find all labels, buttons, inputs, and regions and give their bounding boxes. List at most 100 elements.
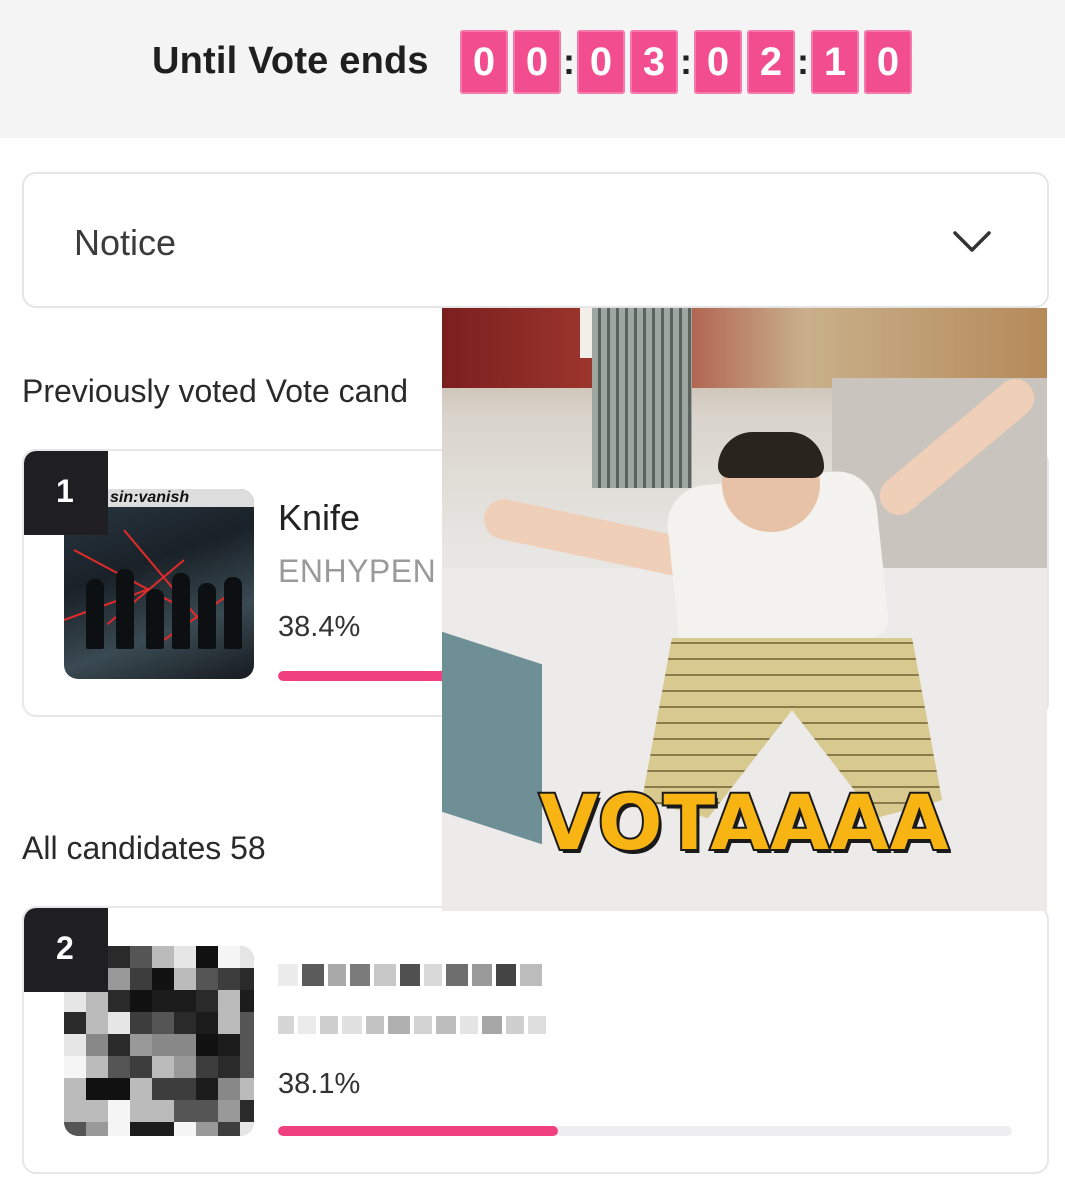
- mosaic-tile: [196, 990, 218, 1012]
- mosaic-tile: [240, 1034, 254, 1056]
- countdown-digit: 0: [577, 30, 625, 94]
- mosaic-tile: [108, 968, 130, 990]
- mosaic-tile: [174, 1012, 196, 1034]
- countdown-digit: 0: [460, 30, 508, 94]
- countdown-digit: 3: [630, 30, 678, 94]
- mosaic-tile: [174, 1122, 196, 1136]
- mosaic-tile: [108, 1122, 130, 1136]
- mosaic-tile: [174, 946, 196, 968]
- mosaic-tile: [196, 1100, 218, 1122]
- mosaic-tile: [218, 968, 240, 990]
- mosaic-tile: [130, 1056, 152, 1078]
- mosaic-tile: [152, 968, 174, 990]
- mosaic-tile: [240, 1122, 254, 1136]
- artist-name: ENHYPEN: [278, 553, 437, 589]
- vote-progress-bar: [278, 1126, 1012, 1136]
- notice-label: Notice: [74, 222, 177, 263]
- mosaic-tile: [240, 1056, 254, 1078]
- mosaic-tile: [218, 1034, 240, 1056]
- song-title-pixelated: [278, 964, 542, 986]
- song-title: Knife: [278, 497, 361, 538]
- mosaic-tile: [196, 968, 218, 990]
- meme-background: [442, 308, 1047, 388]
- mosaic-tile: [130, 1100, 152, 1122]
- artist-name-pixelated: [278, 1016, 546, 1034]
- mosaic-tile: [152, 946, 174, 968]
- mosaic-tile: [218, 1056, 240, 1078]
- mosaic-tile: [240, 1012, 254, 1034]
- mosaic-tile: [86, 990, 108, 1012]
- mosaic-tile: [86, 1100, 108, 1122]
- mosaic-tile: [218, 1122, 240, 1136]
- mosaic-tile: [152, 1034, 174, 1056]
- mosaic-tile: [64, 1100, 86, 1122]
- mosaic-tile: [64, 1012, 86, 1034]
- mosaic-tile: [240, 968, 254, 990]
- mosaic-tile: [196, 946, 218, 968]
- countdown-separator: :: [680, 41, 692, 82]
- mosaic-tile: [196, 1012, 218, 1034]
- countdown-digit: 0: [694, 30, 742, 94]
- mosaic-tile: [152, 1100, 174, 1122]
- rank-badge: 1: [24, 451, 108, 535]
- mosaic-tile: [86, 1122, 108, 1136]
- mosaic-tile: [86, 1056, 108, 1078]
- countdown-timer: 0 0 : 0 3 : 0 2 : 1 0: [460, 30, 912, 94]
- mosaic-tile: [174, 1078, 196, 1100]
- mosaic-tile: [174, 1100, 196, 1122]
- meme-image: VOTAAAA: [442, 308, 1047, 911]
- vote-progress-fill: [278, 1126, 558, 1136]
- vote-percent: 38.4%: [278, 611, 361, 643]
- mosaic-tile: [174, 990, 196, 1012]
- countdown-separator: :: [797, 41, 809, 82]
- countdown-digit: 2: [747, 30, 795, 94]
- mosaic-tile: [218, 1078, 240, 1100]
- countdown-digit: 0: [513, 30, 561, 94]
- previously-voted-heading: Previously voted Vote cand: [22, 373, 409, 409]
- notice-accordion[interactable]: Notice: [22, 172, 1049, 308]
- mosaic-tile: [130, 1122, 152, 1136]
- meme-caption: VOTAAAA: [537, 776, 950, 869]
- mosaic-tile: [108, 1100, 130, 1122]
- mosaic-tile: [108, 1078, 130, 1100]
- mosaic-tile: [130, 1034, 152, 1056]
- until-vote-ends-label: Until Vote ends: [152, 40, 429, 82]
- mosaic-tile: [64, 1078, 86, 1100]
- mosaic-tile: [240, 1100, 254, 1122]
- mosaic-tile: [108, 946, 130, 968]
- mosaic-tile: [174, 968, 196, 990]
- mosaic-tile: [152, 1078, 174, 1100]
- mosaic-tile: [108, 1056, 130, 1078]
- mosaic-tile: [196, 1122, 218, 1136]
- mosaic-tile: [108, 1012, 130, 1034]
- mosaic-tile: [174, 1056, 196, 1078]
- mosaic-tile: [130, 1078, 152, 1100]
- mosaic-tile: [86, 1078, 108, 1100]
- all-candidates-heading: All candidates 58: [22, 830, 266, 866]
- mosaic-tile: [240, 946, 254, 968]
- candidate-card[interactable]: 2 38.1%: [22, 906, 1049, 1174]
- mosaic-tile: [86, 1034, 108, 1056]
- mosaic-tile: [218, 990, 240, 1012]
- mosaic-tile: [240, 990, 254, 1012]
- mosaic-tile: [130, 968, 152, 990]
- mosaic-tile: [218, 946, 240, 968]
- countdown-digit: 0: [864, 30, 912, 94]
- countdown-header: Until Vote ends 0 0 : 0 3 : 0 2 : 1 0: [0, 0, 1065, 138]
- mosaic-tile: [64, 1034, 86, 1056]
- mosaic-tile: [196, 1034, 218, 1056]
- mosaic-tile: [240, 1078, 254, 1100]
- chevron-down-icon[interactable]: [949, 218, 995, 264]
- mosaic-tile: [152, 1122, 174, 1136]
- mosaic-tile: [130, 1012, 152, 1034]
- countdown-separator: :: [563, 41, 575, 82]
- mosaic-tile: [196, 1056, 218, 1078]
- mosaic-tile: [196, 1078, 218, 1100]
- vote-percent: 38.1%: [278, 1068, 361, 1100]
- mosaic-tile: [218, 1012, 240, 1034]
- rank-badge: 2: [24, 908, 108, 992]
- mosaic-tile: [108, 990, 130, 1012]
- mosaic-tile: [64, 1056, 86, 1078]
- mosaic-tile: [86, 1012, 108, 1034]
- mosaic-tile: [64, 990, 86, 1012]
